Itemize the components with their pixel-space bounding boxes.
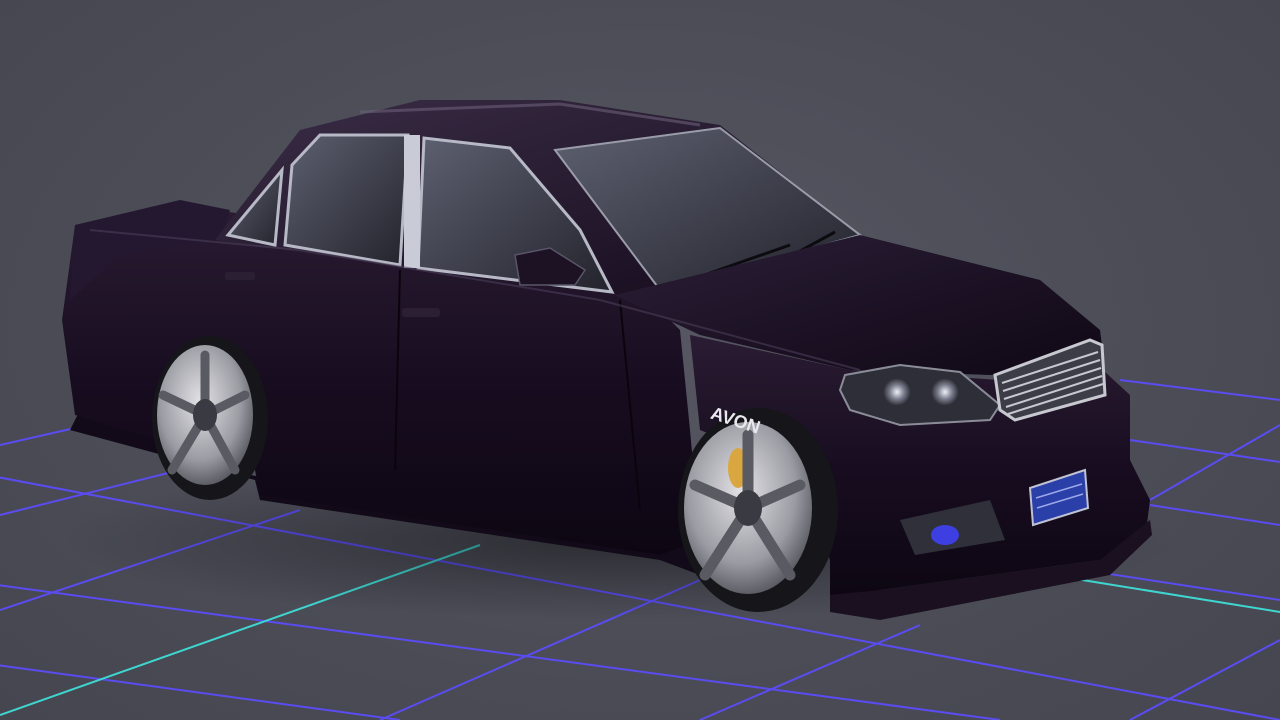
- rear-hub: [193, 399, 217, 431]
- rear-door-window: [283, 133, 410, 267]
- grid-line: [1119, 379, 1280, 401]
- door-handle: [402, 308, 440, 317]
- headlight-projector: [931, 378, 959, 406]
- door-handle: [225, 272, 255, 280]
- 3d-viewport[interactable]: AVON: [0, 0, 1280, 720]
- rear-wheel[interactable]: [152, 336, 268, 500]
- grid-line: [1129, 639, 1280, 720]
- b-pillar: [404, 135, 420, 268]
- grid-line: [1149, 504, 1280, 526]
- headlight-projector: [883, 378, 911, 406]
- grid-line: [0, 664, 401, 720]
- grid-line: [1129, 439, 1280, 463]
- grid-line: [1149, 424, 1280, 501]
- scene-canvas: AVON: [0, 100, 1280, 720]
- rear-quarter-window: [225, 165, 284, 247]
- intercooler-pipe: [931, 525, 959, 545]
- front-hub: [734, 490, 762, 526]
